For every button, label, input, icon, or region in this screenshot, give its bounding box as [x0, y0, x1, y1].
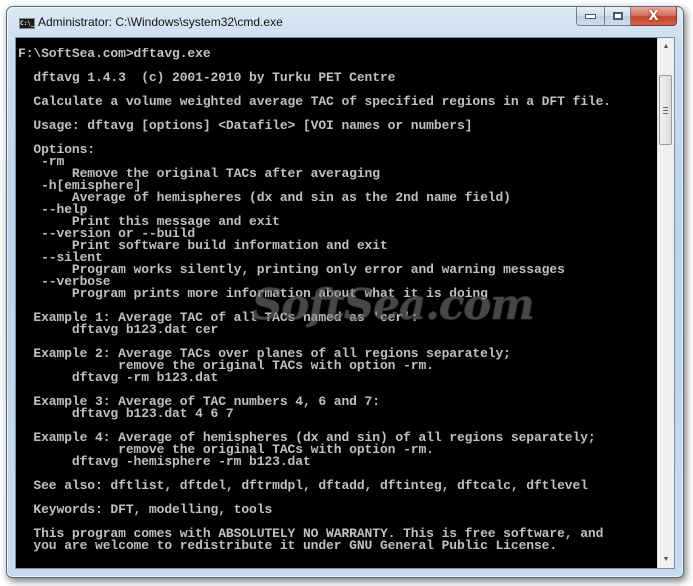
- console-line: Average of hemispheres (dx and sin as th…: [18, 190, 511, 205]
- arrow-down-icon: ▼: [662, 556, 670, 563]
- minimize-button[interactable]: [576, 7, 604, 26]
- console-line: dftavg 1.4.3 (c) 2001-2010 by Turku PET …: [18, 70, 396, 85]
- console-line: dftavg b123.dat cer: [18, 322, 219, 337]
- console-line: See also: dftlist, dftdel, dftrmdpl, dft…: [18, 478, 588, 493]
- console-area[interactable]: F:\SoftSea.com>dftavg.exe dftavg 1.4.3 (…: [15, 37, 675, 569]
- vertical-scrollbar[interactable]: ▲ ▼: [657, 38, 674, 568]
- caption-buttons: X: [576, 7, 677, 26]
- title-bar[interactable]: C:\_ Administrator: C:\Windows\system32\…: [7, 7, 683, 37]
- console-line: Print software build information and exi…: [18, 238, 388, 253]
- scroll-up-button[interactable]: ▲: [658, 38, 674, 55]
- arrow-up-icon: ▲: [662, 43, 670, 50]
- console-line: Keywords: DFT, modelling, tools: [18, 502, 273, 517]
- close-button[interactable]: X: [631, 7, 677, 26]
- minimize-icon: [585, 13, 596, 19]
- console-line: dftavg b123.dat 4 6 7: [18, 406, 234, 421]
- maximize-icon: [612, 12, 623, 20]
- maximize-button[interactable]: [604, 7, 631, 26]
- console-line: Usage: dftavg [options] <Datafile> [VOI …: [18, 118, 473, 133]
- console-line: you are welcome to redistribute it under…: [18, 538, 558, 553]
- grip-icon: [663, 106, 668, 114]
- console-line: Options:: [18, 142, 96, 157]
- console-line: F:\SoftSea.com>dftavg.exe: [18, 48, 211, 61]
- window-title: Administrator: C:\Windows\system32\cmd.e…: [38, 15, 283, 29]
- console-output[interactable]: F:\SoftSea.com>dftavg.exe dftavg 1.4.3 (…: [18, 48, 654, 566]
- cmd-icon[interactable]: C:\_: [19, 18, 35, 29]
- scroll-down-button[interactable]: ▼: [658, 551, 674, 568]
- scroll-thumb[interactable]: [659, 75, 672, 145]
- console-line: Calculate a volume weighted average TAC …: [18, 94, 611, 109]
- close-icon: X: [648, 8, 659, 24]
- console-line: dftavg -rm b123.dat: [18, 370, 219, 385]
- console-line: dftavg -hemisphere -rm b123.dat: [18, 454, 311, 469]
- console-line: Program prints more information about wh…: [18, 286, 488, 301]
- cmd-window: C:\_ Administrator: C:\Windows\system32\…: [6, 6, 684, 578]
- console-line: Program works silently, printing only er…: [18, 262, 565, 277]
